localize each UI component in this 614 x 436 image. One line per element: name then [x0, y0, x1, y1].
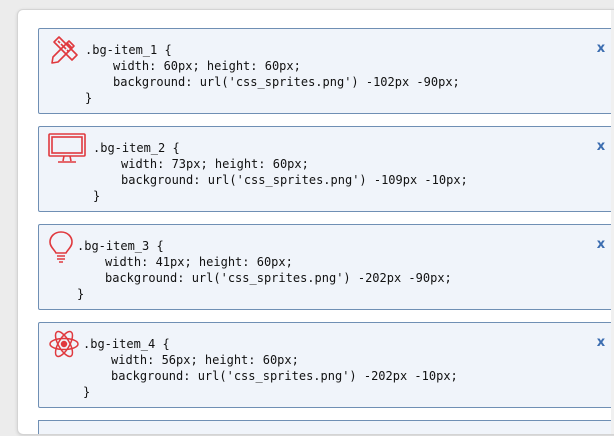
next-item-card-partial [38, 420, 614, 434]
selector-line: .bg-item_2 { [93, 141, 180, 155]
monitor-icon [47, 131, 89, 169]
selector-line: .bg-item_3 { [77, 239, 164, 253]
lightbulb-icon [47, 229, 75, 269]
closing-brace: } [93, 189, 101, 203]
sprite-list-panel: .bg-item_1 { width: 60px; height: 60px; ba… [17, 9, 614, 435]
background-declaration: background: url('css_sprites.png') -202p… [105, 271, 452, 285]
css-rule-block: .bg-item_2 { width: 73px; height: 60px; ba… [93, 140, 468, 204]
closing-brace: } [77, 287, 85, 301]
selector-line: .bg-item_1 { [85, 43, 172, 57]
sprite-list: .bg-item_1 { width: 60px; height: 60px; ba… [18, 10, 614, 434]
pencil-ruler-icon [47, 33, 81, 71]
background-declaration: background: url('css_sprites.png') -102p… [113, 75, 460, 89]
closing-brace-text: } [85, 91, 93, 105]
sprite-item-card: .bg-item_1 { width: 60px; height: 60px; ba… [38, 28, 614, 114]
remove-item-button[interactable]: x [593, 237, 609, 252]
sprite-item-card: .bg-item_2 { width: 73px; height: 60px; ba… [38, 126, 614, 212]
css-rule-block: .bg-item_4 { width: 56px; height: 60px; ba… [83, 336, 458, 400]
closing-brace: } [85, 90, 460, 106]
sprite-item-card: .bg-item_4 { width: 56px; height: 60px; ba… [38, 322, 614, 408]
size-declaration: width: 41px; height: 60px; [105, 255, 293, 269]
sprite-item-card: .bg-item_3 { width: 41px; height: 60px; ba… [38, 224, 614, 310]
closing-brace: } [83, 385, 91, 399]
remove-item-button[interactable]: x [593, 335, 609, 350]
remove-item-button[interactable]: x [593, 41, 609, 56]
size-declaration: width: 73px; height: 60px; [121, 157, 309, 171]
background-declaration: background: url('css_sprites.png') -202p… [111, 369, 458, 383]
selector-line: .bg-item_4 { [83, 337, 170, 351]
atom-icon [47, 327, 81, 365]
css-rule-block: .bg-item_1 { width: 60px; height: 60px; ba… [85, 42, 460, 106]
size-declaration: width: 60px; height: 60px; [113, 59, 301, 73]
size-declaration: width: 56px; height: 60px; [111, 353, 299, 367]
background-declaration: background: url('css_sprites.png') -109p… [121, 173, 468, 187]
remove-item-button[interactable]: x [593, 139, 609, 154]
css-rule-block: .bg-item_3 { width: 41px; height: 60px; ba… [77, 238, 452, 302]
